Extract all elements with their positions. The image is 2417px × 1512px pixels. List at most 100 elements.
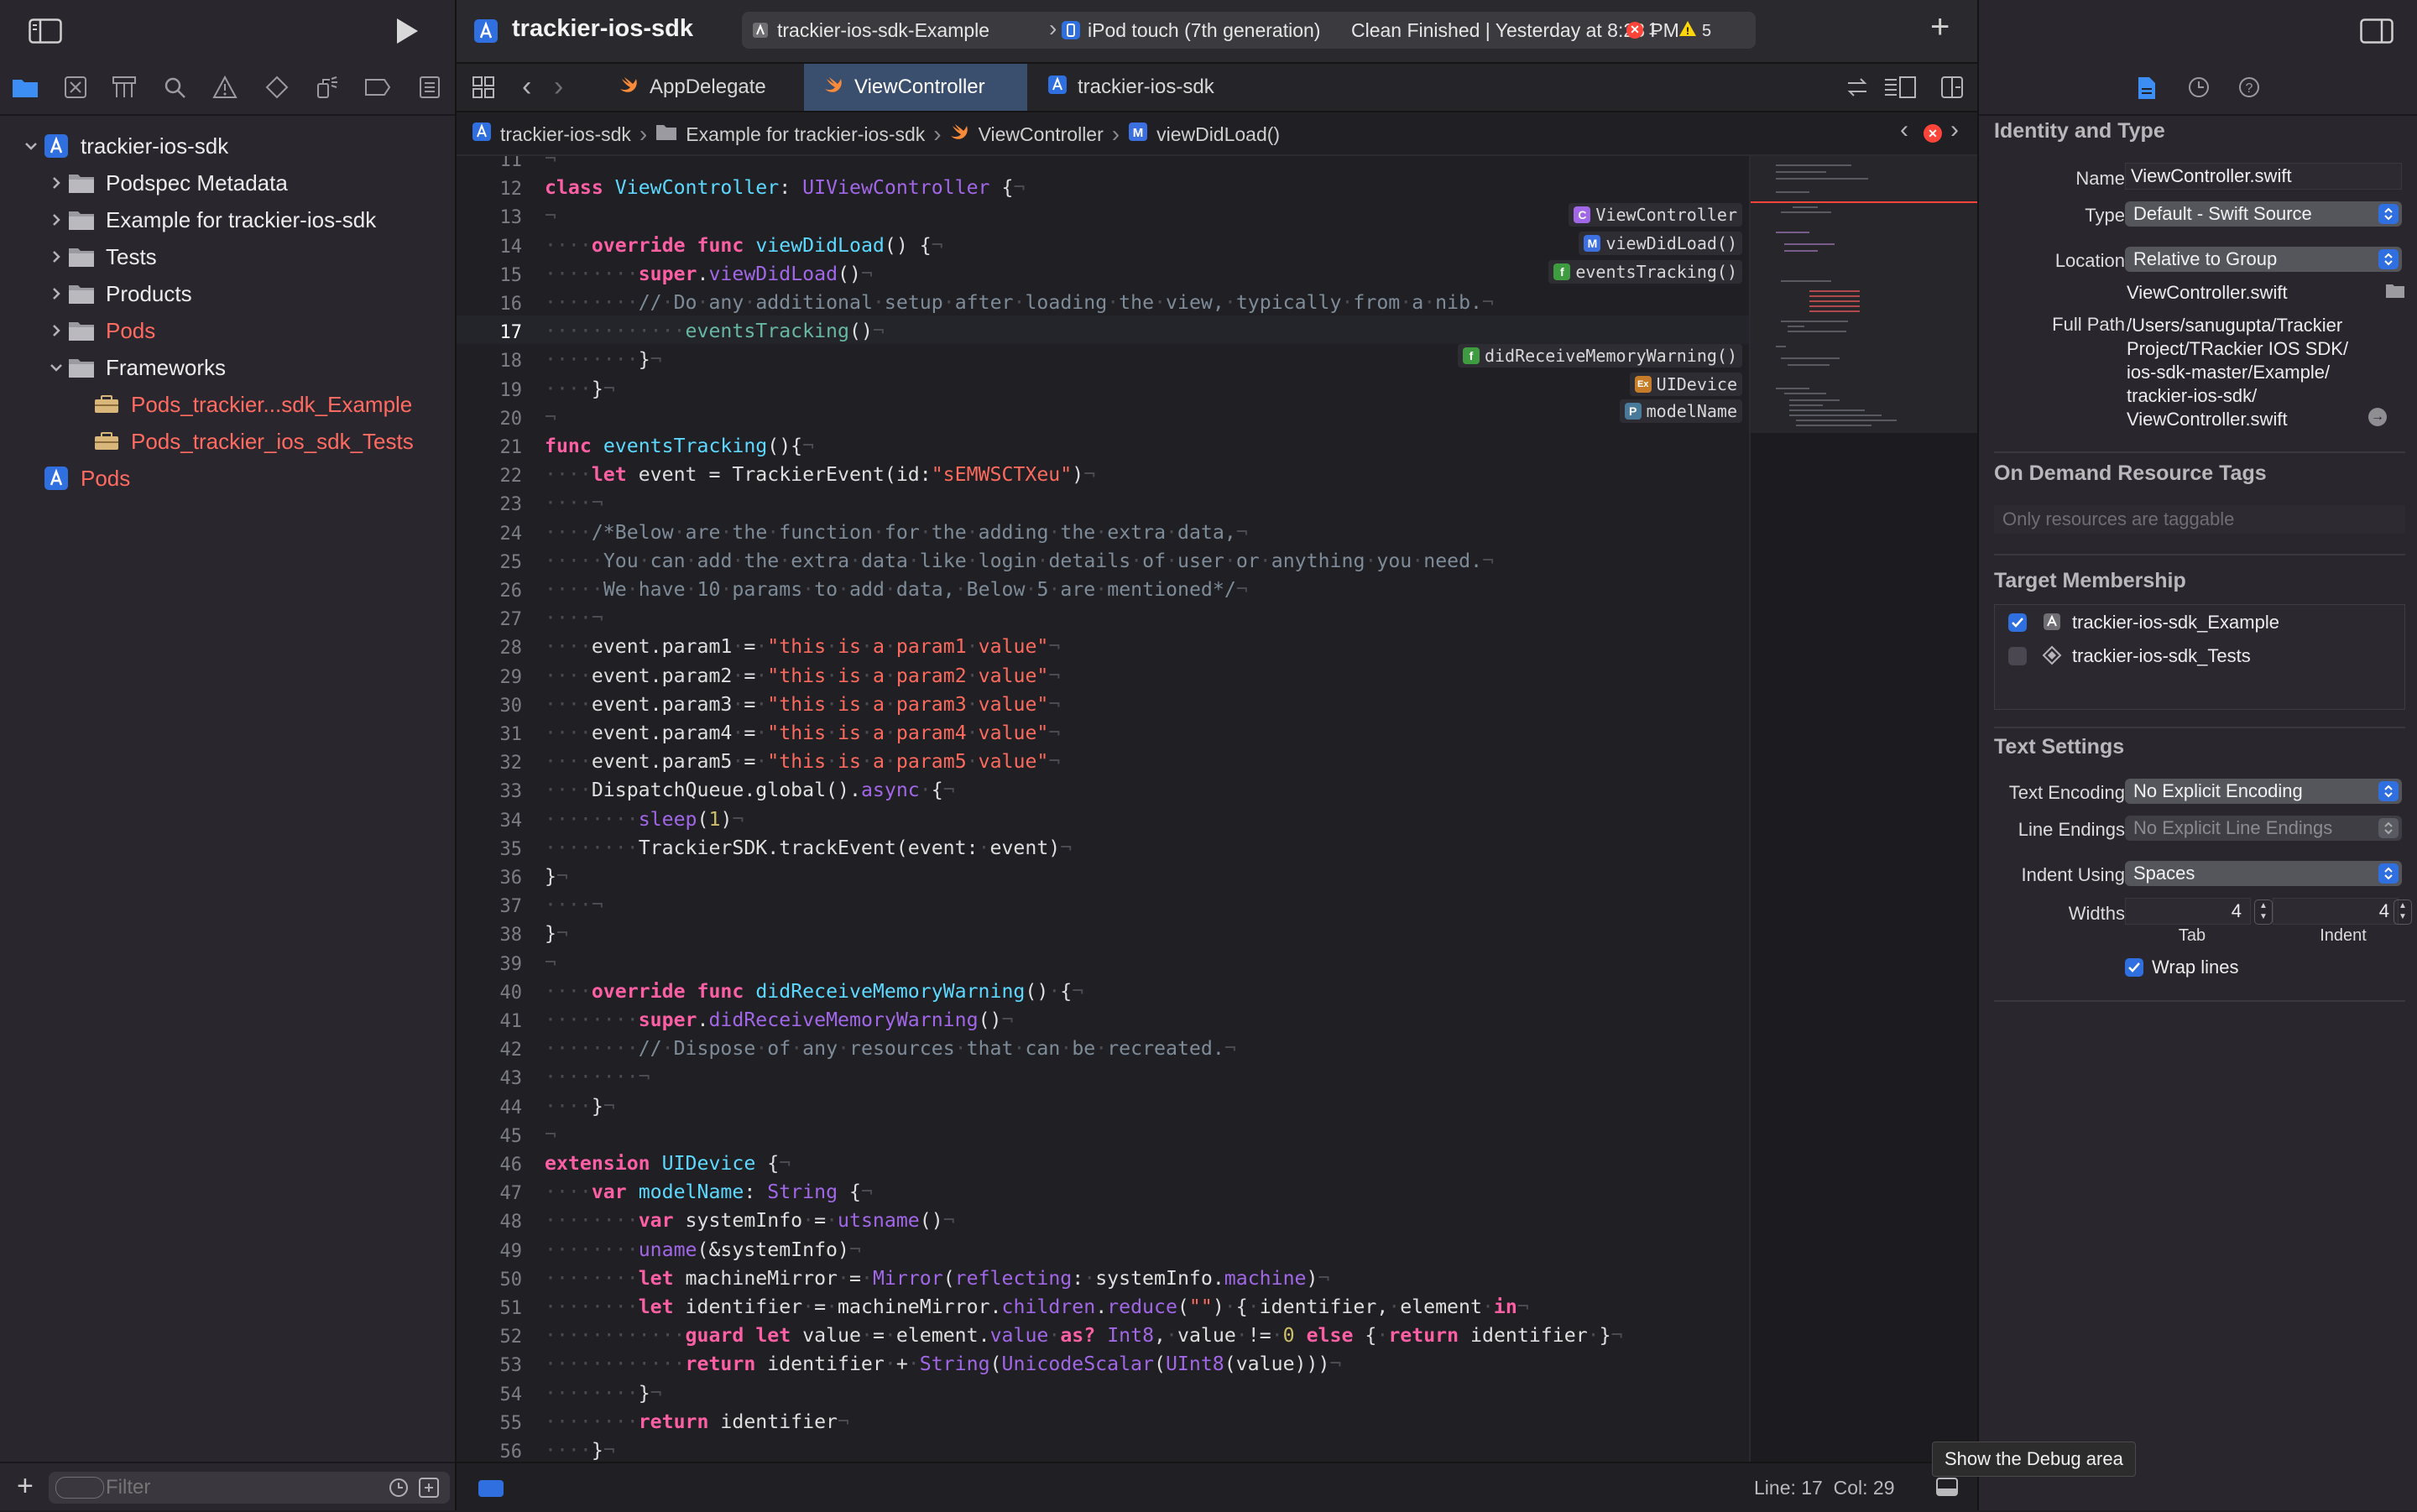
- location-popup[interactable]: Relative to Group: [2125, 247, 2402, 272]
- type-popup[interactable]: Default - Swift Source: [2125, 201, 2402, 227]
- chevron-down-icon[interactable]: [45, 357, 67, 378]
- code-line[interactable]: ········var systemInfo·=·utsname()¬: [545, 1209, 955, 1232]
- code-line[interactable]: ¬: [545, 406, 556, 429]
- file-icon[interactable]: [2137, 76, 2157, 101]
- breadcrumb-item[interactable]: viewDidLoad(): [1156, 123, 1280, 146]
- source-editor[interactable]: 11 ¬ 12 class ViewController: UIViewControl…: [457, 156, 1749, 1462]
- add-icon[interactable]: +: [17, 1472, 34, 1500]
- code-line[interactable]: ········TrackierSDK.trackEvent(event:·ev…: [545, 837, 1072, 859]
- tab-width-stepper[interactable]: ▲ ▼: [2254, 899, 2273, 925]
- code-line[interactable]: ········let identifier·=·machineMirror.c…: [545, 1296, 1529, 1318]
- code-line[interactable]: ········let machineMirror·=·Mirror(refle…: [545, 1267, 1329, 1290]
- issue-error-icon[interactable]: ✕: [1924, 124, 1942, 143]
- tab-appdelegate[interactable]: AppDelegate: [599, 64, 804, 111]
- code-line[interactable]: ········//·Do·any·additional·setup·after…: [545, 291, 1494, 314]
- code-line[interactable]: ····var modelName: String {¬: [545, 1181, 873, 1203]
- debug-area-icon[interactable]: [1935, 1477, 1959, 1497]
- chevron-right-icon[interactable]: [45, 209, 67, 231]
- tab-viewcontroller[interactable]: ViewController: [804, 64, 1027, 111]
- device-selector[interactable]: iPod touch (7th generation): [1088, 19, 1320, 42]
- chevron-right-icon[interactable]: [45, 246, 67, 268]
- code-line[interactable]: }¬: [545, 922, 568, 945]
- tab-trackier-ios-sdk[interactable]: trackier-ios-sdk: [1027, 64, 1296, 111]
- scheme-selector[interactable]: trackier-ios-sdk-Example: [777, 19, 989, 42]
- search-icon[interactable]: [159, 72, 190, 102]
- line-endings-popup[interactable]: No Explicit Line Endings: [2125, 816, 2402, 841]
- tree-row[interactable]: Pods: [45, 312, 155, 349]
- target-checkbox[interactable]: [2008, 647, 2027, 665]
- swap-icon[interactable]: [1846, 77, 1868, 97]
- code-line[interactable]: ····let event = TrackierEvent(id:"sEMWSC…: [545, 463, 1095, 486]
- code-line[interactable]: ····event.param1·=·"this·is·a·param1·val…: [545, 635, 1060, 658]
- code-line[interactable]: func eventsTracking(){¬: [545, 435, 814, 457]
- filter-input[interactable]: [104, 1475, 359, 1500]
- code-line[interactable]: ····}¬: [545, 378, 615, 400]
- symbol-navigator-icon[interactable]: [109, 72, 139, 102]
- code-line[interactable]: ········sleep(1)¬: [545, 808, 744, 831]
- activity-view[interactable]: trackier-ios-sdk-Example › iPod touch (7…: [742, 12, 1756, 49]
- issue-icon[interactable]: [210, 72, 240, 102]
- indent-width-field[interactable]: 4: [2273, 898, 2399, 925]
- report-icon[interactable]: [415, 72, 445, 102]
- code-line[interactable]: ¬: [545, 156, 556, 170]
- symbol-label[interactable]: MviewDidLoad(): [1579, 232, 1742, 255]
- previous-issue-icon[interactable]: ‹: [1900, 116, 1908, 144]
- indent-width-stepper[interactable]: ▲ ▼: [2394, 899, 2412, 925]
- run-icon[interactable]: [394, 17, 420, 45]
- breadcrumb-item[interactable]: Example for trackier-ios-sdk: [686, 123, 925, 146]
- code-line[interactable]: ····override func viewDidLoad() {¬: [545, 234, 943, 257]
- symbol-label[interactable]: f didReceiveMemoryWarning(): [1457, 344, 1742, 368]
- code-line[interactable]: ····}¬: [545, 1439, 615, 1462]
- code-line[interactable]: ········return identifier¬: [545, 1410, 849, 1433]
- code-line[interactable]: ¬: [545, 1124, 556, 1146]
- debug-spray-icon[interactable]: [312, 72, 342, 102]
- code-line[interactable]: ············return identifier·+·String(U…: [545, 1353, 1341, 1375]
- back-icon[interactable]: ‹: [522, 70, 531, 103]
- tree-row[interactable]: Example for trackier-ios-sdk: [45, 201, 376, 238]
- symbol-label[interactable]: PmodelName: [1619, 399, 1742, 423]
- tree-row[interactable]: Products: [45, 275, 192, 312]
- code-line[interactable]: ····event.param5·=·"this·is·a·param5·val…: [545, 750, 1060, 773]
- chevron-right-icon[interactable]: [45, 283, 67, 305]
- indent-using-popup[interactable]: Spaces: [2125, 861, 2402, 886]
- code-line[interactable]: ············guard let value·=·element.va…: [545, 1324, 1623, 1347]
- history-icon[interactable]: [2187, 76, 2211, 99]
- code-line[interactable]: ····override func didReceiveMemoryWarnin…: [545, 980, 1083, 1003]
- code-line[interactable]: ¬: [545, 952, 556, 974]
- tree-row[interactable]: Podspec Metadata: [45, 164, 288, 201]
- target-checkbox[interactable]: [2008, 613, 2027, 632]
- wrap-lines-checkbox[interactable]: [2125, 958, 2143, 977]
- symbol-label[interactable]: Ex UIDevice: [1629, 373, 1742, 396]
- name-field[interactable]: [2125, 163, 2402, 190]
- error-indicator[interactable]: ✕ 1: [1626, 20, 1657, 39]
- forward-icon[interactable]: ›: [554, 70, 563, 103]
- breakpoints-toggle-icon[interactable]: [478, 1480, 504, 1497]
- tree-row[interactable]: Pods_trackier...sdk_Example: [70, 386, 412, 423]
- source-control-icon[interactable]: [60, 72, 91, 102]
- filter-options-icon[interactable]: [55, 1477, 104, 1499]
- recent-files-icon[interactable]: [388, 1477, 410, 1499]
- code-line[interactable]: ····event.param3·=·"this·is·a·param3·val…: [545, 693, 1060, 716]
- code-line[interactable]: ········}¬: [545, 1382, 662, 1405]
- help-icon[interactable]: ?: [2237, 76, 2261, 99]
- sidebar-toggle-icon[interactable]: [29, 18, 62, 44]
- code-line[interactable]: ····/*Below·are·the·function·for·the·add…: [545, 521, 1248, 544]
- code-line[interactable]: ····¬: [545, 492, 603, 514]
- code-line[interactable]: ····¬: [545, 894, 603, 916]
- code-line[interactable]: ·····We·have·10·params·to·add·data,·Belo…: [545, 578, 1248, 601]
- code-line[interactable]: ·····You·can·add·the·extra·data·like·log…: [545, 550, 1494, 572]
- editor-options-icon[interactable]: [1883, 76, 1917, 99]
- breakpoint-icon[interactable]: [363, 72, 393, 102]
- source-control-filter-icon[interactable]: [418, 1477, 440, 1499]
- code-line[interactable]: ········uname(&systemInfo)¬: [545, 1238, 861, 1261]
- code-line[interactable]: ········¬: [545, 1066, 650, 1088]
- code-line[interactable]: ····event.param4·=·"this·is·a·param4·val…: [545, 722, 1060, 744]
- breadcrumb-item[interactable]: trackier-ios-sdk: [500, 123, 631, 146]
- code-line[interactable]: ····DispatchQueue.global().async·{¬: [545, 779, 955, 801]
- encoding-popup[interactable]: No Explicit Encoding: [2125, 779, 2402, 804]
- symbol-label[interactable]: C ViewController: [1569, 203, 1742, 227]
- reveal-in-finder-icon[interactable]: →: [2368, 408, 2387, 426]
- tree-row[interactable]: trackier-ios-sdk: [20, 128, 228, 164]
- code-line[interactable]: }¬: [545, 865, 568, 888]
- tree-row[interactable]: Tests: [45, 238, 157, 275]
